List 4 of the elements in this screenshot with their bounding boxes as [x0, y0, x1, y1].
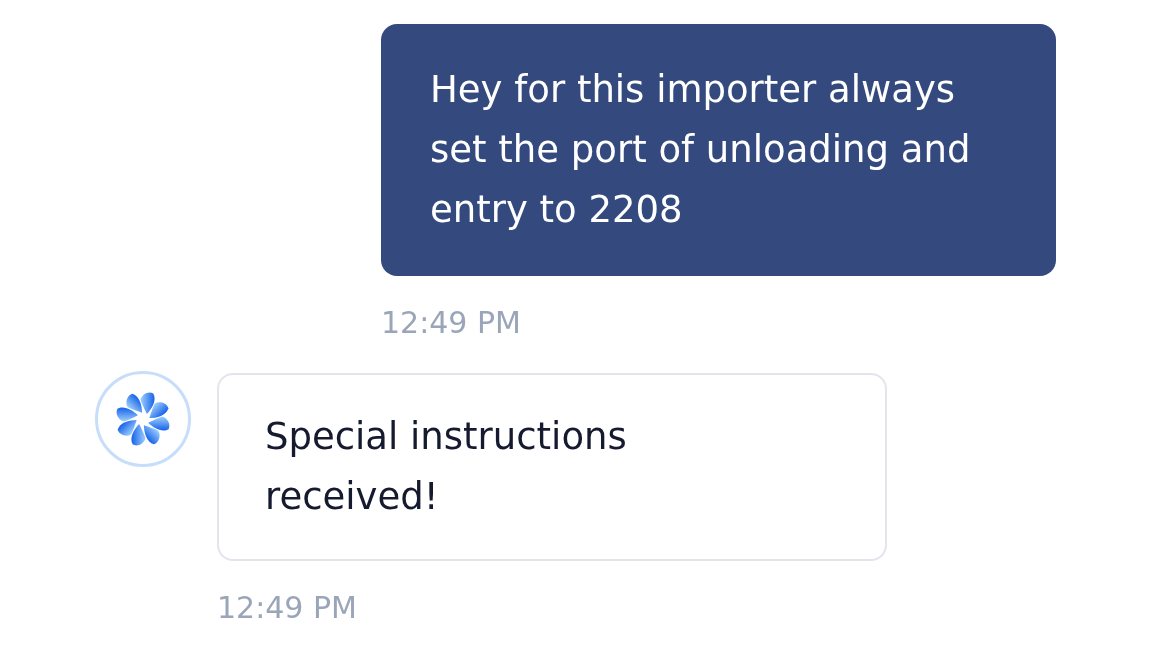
message-bubble: Special instructions received! [217, 373, 887, 561]
message-time: 12:49 PM [381, 305, 521, 341]
message-time: 12:49 PM [217, 590, 357, 626]
message-bubble: Hey for this importer always set the port of unloading and entry to 2208 [381, 24, 1056, 276]
